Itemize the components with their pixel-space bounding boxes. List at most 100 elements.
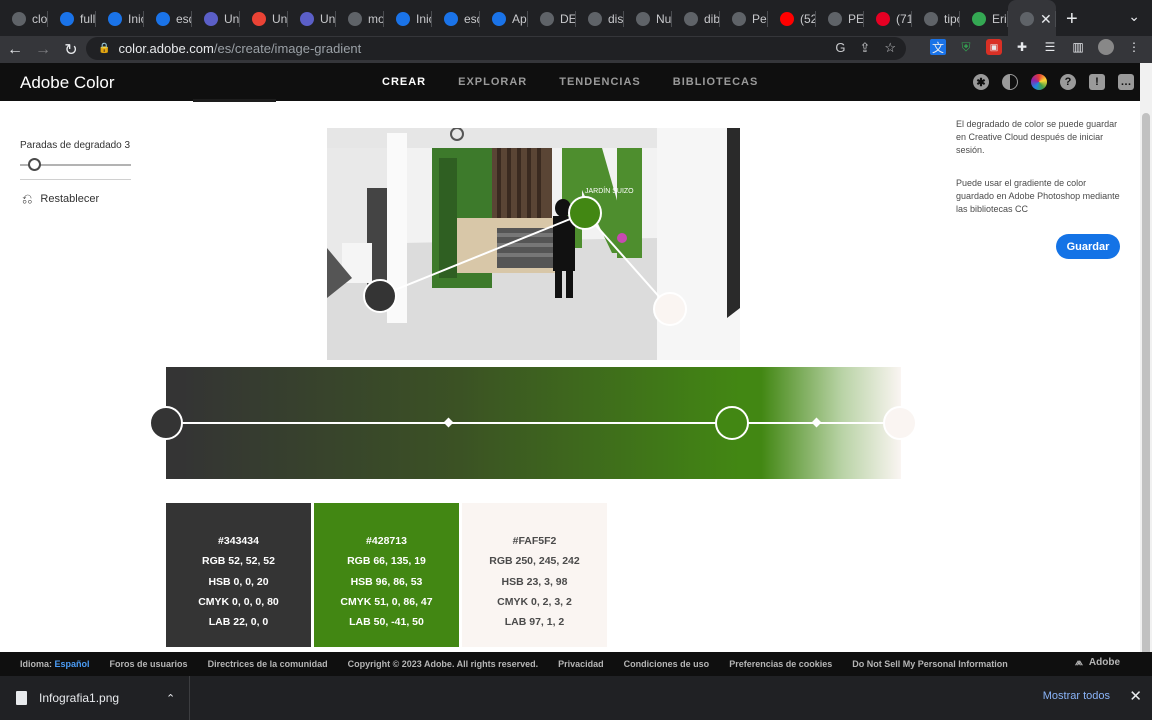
gradient-stop-3[interactable] xyxy=(883,406,917,440)
color-swatch[interactable]: #FAF5F2 RGB 250, 245, 242 HSB 23, 3, 98 CMY… xyxy=(462,503,607,647)
footer-link[interactable]: Preferencias de cookies xyxy=(729,659,832,669)
browser-tab[interactable]: dis xyxy=(576,0,624,38)
google-lens-icon[interactable]: G xyxy=(835,40,845,56)
stops-label: Paradas de degradado xyxy=(20,140,122,151)
tab-label: full xyxy=(80,12,96,26)
reload-icon[interactable]: ↻ xyxy=(58,40,84,60)
footer-link[interactable]: Condiciones de uso xyxy=(624,659,710,669)
browser-tab[interactable]: Per xyxy=(720,0,768,38)
file-icon xyxy=(16,691,27,705)
browser-tab[interactable]: Inic xyxy=(384,0,432,38)
swatch-cmyk: CMYK 51, 0, 86, 47 xyxy=(340,595,433,608)
reset-button[interactable]: ⎌ Restablecer xyxy=(22,191,99,207)
language-link[interactable]: Español xyxy=(55,659,90,669)
sign-text: JARDÍN SUIZO xyxy=(585,186,634,195)
tab-search-icon[interactable]: ⌄ xyxy=(1128,8,1140,25)
page-scrollbar[interactable] xyxy=(1140,63,1152,713)
info-note-2: Puede usar el gradiente de color guardad… xyxy=(956,178,1120,214)
show-all-link[interactable]: Mostrar todos xyxy=(1043,690,1110,702)
footer-link[interactable]: Copyright © 2023 Adobe. All rights reser… xyxy=(348,659,539,669)
close-icon[interactable]: ✕ xyxy=(1129,687,1142,705)
bookmark-star-icon[interactable]: ☆ xyxy=(884,40,896,56)
google-icon xyxy=(684,12,698,26)
nav-bibliotecas[interactable]: BIBLIOTECAS xyxy=(673,76,759,88)
browser-tab[interactable]: PEF xyxy=(816,0,864,38)
browser-tab[interactable]: Uni xyxy=(240,0,288,38)
color-picker-1[interactable] xyxy=(363,279,397,313)
help-icon[interactable]: ? xyxy=(1060,74,1076,90)
brand-logo[interactable]: Adobe Color xyxy=(20,73,115,93)
browser-tab[interactable]: esq xyxy=(432,0,480,38)
adobe-logo[interactable]: ⩕ Adobe xyxy=(1075,657,1120,668)
tab-label: (52 xyxy=(800,12,816,26)
color-wheel-icon[interactable] xyxy=(1031,74,1047,90)
browser-tab[interactable]: tipo xyxy=(912,0,960,38)
contrast-icon[interactable] xyxy=(1002,74,1018,90)
translate-icon[interactable]: 文 xyxy=(930,39,946,55)
share-icon[interactable]: ⇪ xyxy=(859,40,870,56)
forward-icon[interactable]: → xyxy=(30,41,56,59)
download-item[interactable]: Infografia1.png ⌃ xyxy=(0,676,190,720)
browser-tab[interactable]: (71 xyxy=(864,0,912,38)
footer-link[interactable]: Foros de usuarios xyxy=(110,659,188,669)
new-tab-button[interactable]: + xyxy=(1066,8,1078,31)
back-icon[interactable]: ← xyxy=(2,41,28,59)
browser-chrome: clo full Inic esq Uni Uni Uni mol Inic esq Apl DE di… xyxy=(0,0,1152,63)
browser-tab[interactable]: full xyxy=(48,0,96,38)
google-icon xyxy=(540,12,554,26)
browser-tab[interactable]: Apl xyxy=(480,0,528,38)
browser-tab[interactable]: Uni xyxy=(192,0,240,38)
profile-avatar[interactable] xyxy=(1098,39,1114,55)
tab-label: Nu xyxy=(656,12,672,26)
footer-link[interactable]: Do Not Sell My Personal Information xyxy=(852,659,1008,669)
feedback-icon[interactable]: ! xyxy=(1089,74,1105,90)
midpoint-handle-2[interactable] xyxy=(811,417,822,428)
browser-tab[interactable]: (52 xyxy=(768,0,816,38)
lock-icon: 🔒 xyxy=(98,43,111,54)
color-swatch[interactable]: #343434 RGB 52, 52, 52 HSB 0, 0, 20 CMYK 0,… xyxy=(166,503,311,647)
color-picker-2[interactable] xyxy=(568,196,602,230)
menu-kebab-icon[interactable]: ⋮ xyxy=(1126,39,1142,55)
save-button[interactable]: Guardar xyxy=(1056,234,1120,259)
active-tab[interactable]: ✕ xyxy=(1008,0,1056,38)
stops-slider-handle[interactable] xyxy=(28,158,41,171)
browser-tab[interactable]: Inic xyxy=(96,0,144,38)
chevron-up-icon[interactable]: ⌃ xyxy=(166,692,175,705)
midpoint-handle-1[interactable] xyxy=(443,417,454,428)
browser-tab[interactable]: dib xyxy=(672,0,720,38)
color-swatch[interactable]: #428713 RGB 66, 135, 19 HSB 96, 86, 53 CMYK… xyxy=(314,503,459,647)
red-extension-icon[interactable]: ▣ xyxy=(986,39,1002,55)
shield-extension-icon[interactable]: ⛨ xyxy=(958,39,974,55)
browser-tab[interactable]: DE xyxy=(528,0,576,38)
close-tab-icon[interactable]: ✕ xyxy=(1040,11,1052,28)
google-icon xyxy=(924,12,938,26)
browser-tab[interactable]: mol xyxy=(336,0,384,38)
tab-label: Inic xyxy=(416,12,432,26)
download-filename: Infografia1.png xyxy=(39,691,120,705)
extensions-puzzle-icon[interactable]: ✚ xyxy=(1014,39,1030,55)
footer-link[interactable]: Directrices de la comunidad xyxy=(208,659,328,669)
browser-tab[interactable]: Nu xyxy=(624,0,672,38)
accessibility-icon[interactable]: ✱ xyxy=(973,74,989,90)
downloads-bar: Infografia1.png ⌃ Mostrar todos ✕ xyxy=(0,676,1152,720)
pinterest-icon xyxy=(876,12,890,26)
gradient-stop-2[interactable] xyxy=(715,406,749,440)
gradient-stop-1[interactable] xyxy=(149,406,183,440)
tab-label: Uni xyxy=(320,12,336,26)
address-bar[interactable]: 🔒 color.adobe.com/es/create/image-gradie… xyxy=(86,37,906,60)
browser-tab[interactable]: clo xyxy=(0,0,48,38)
stops-slider[interactable] xyxy=(20,158,131,171)
browser-tab[interactable]: Eric xyxy=(960,0,1008,38)
comment-icon[interactable]: … xyxy=(1118,74,1134,90)
side-panel-icon[interactable]: ▥ xyxy=(1070,39,1086,55)
nav-crear[interactable]: CREAR xyxy=(382,76,426,88)
footer: Idioma: Español Foros de usuarios Directr… xyxy=(0,652,1152,676)
color-picker-3[interactable] xyxy=(653,292,687,326)
footer-link[interactable]: Privacidad xyxy=(558,659,604,669)
browser-tab[interactable]: Uni xyxy=(288,0,336,38)
browser-tab[interactable]: esq xyxy=(144,0,192,38)
footer-links: Foros de usuarios Directrices de la comun… xyxy=(110,659,1008,669)
nav-explorar[interactable]: EXPLORAR xyxy=(458,76,527,88)
nav-tendencias[interactable]: TENDENCIAS xyxy=(559,76,641,88)
reading-list-icon[interactable]: ☰ xyxy=(1042,39,1058,55)
